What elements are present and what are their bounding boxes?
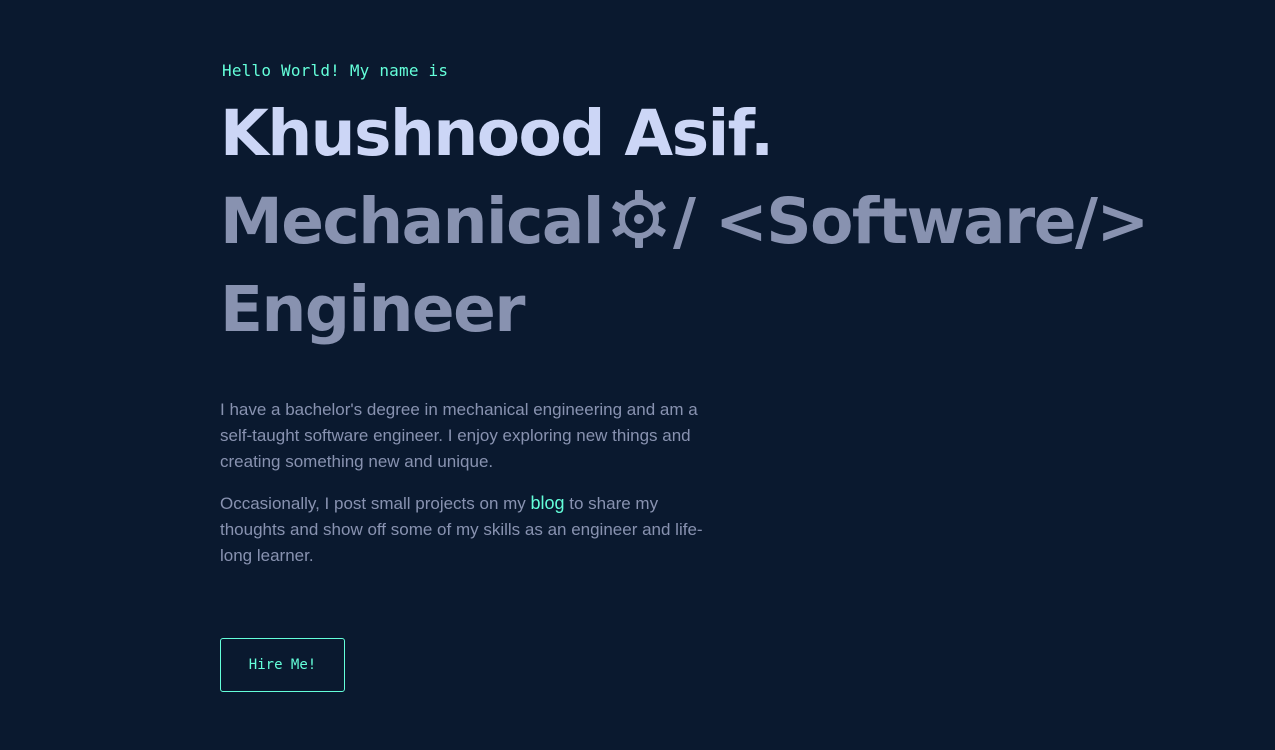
role-line-2: Engineer	[220, 273, 525, 346]
bio-paragraph-1: I have a bachelor's degree in mechanical…	[220, 400, 698, 471]
role-heading: Mechanical / <Software/> Engineer	[220, 178, 1149, 354]
bio-paragraph-2-start: Occasionally, I post small projects on m…	[220, 494, 531, 513]
bio-paragraph-2: Occasionally, I post small projects on m…	[220, 490, 720, 569]
hire-me-button[interactable]: Hire Me!	[220, 638, 345, 692]
name-heading: Khushnood Asif.	[220, 97, 774, 170]
bio-section: I have a bachelor's degree in mechanical…	[220, 397, 720, 584]
blog-link[interactable]: blog	[531, 493, 565, 513]
role-mechanical-text: Mechanical	[220, 185, 605, 258]
gear-icon	[612, 190, 666, 248]
greeting-text: Hello World! My name is	[222, 61, 449, 80]
role-line-1: Mechanical / <Software/>	[220, 178, 1149, 266]
role-software-text: / <Software/>	[673, 185, 1149, 258]
